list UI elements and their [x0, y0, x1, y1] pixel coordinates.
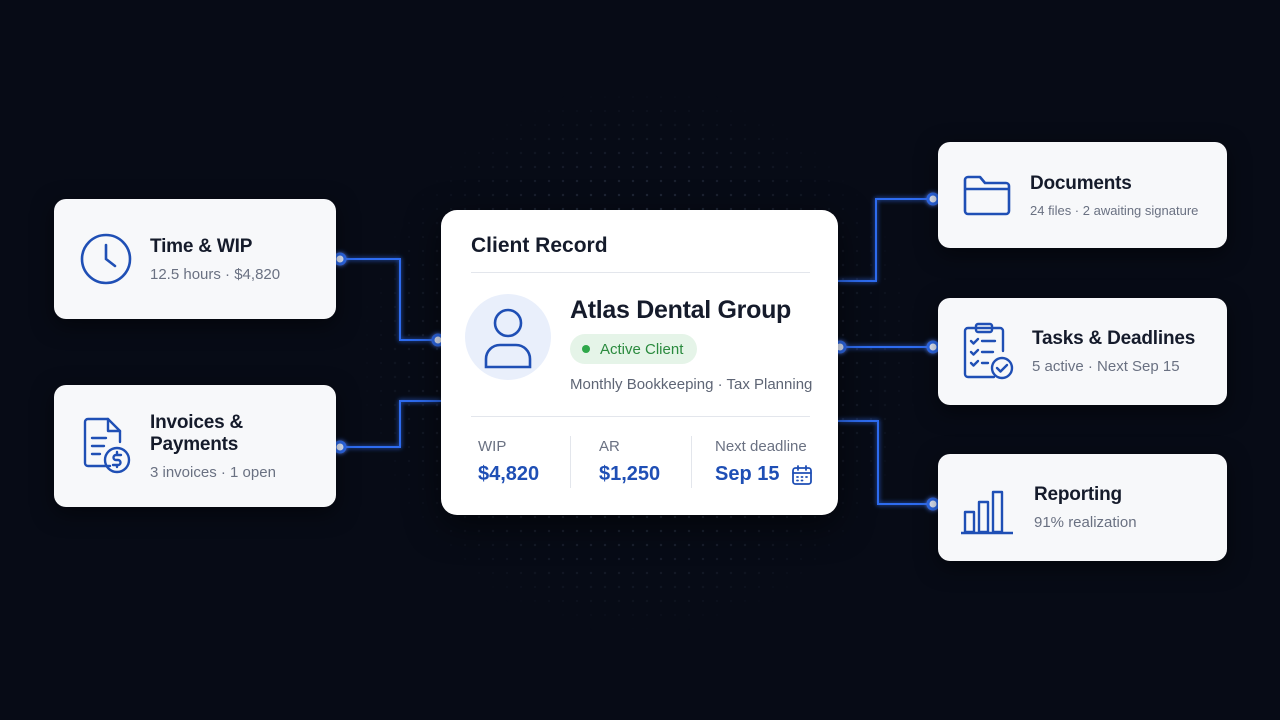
connector-node	[926, 340, 940, 354]
stat-value: $1,250	[599, 463, 661, 485]
stat-label: WIP	[478, 438, 507, 455]
connector-invoices	[340, 400, 441, 448]
tasks-deadlines-card[interactable]: Tasks & Deadlines 5 active · Next Sep 15	[938, 298, 1227, 405]
reporting-title: Reporting	[1034, 484, 1122, 505]
documents-card[interactable]: Documents 24 files · 2 awaiting signatur…	[938, 142, 1227, 248]
stat-wip: WIP $4,820	[478, 438, 539, 486]
stat-label: Next deadline	[715, 438, 807, 455]
client-name: Atlas Dental Group	[570, 296, 792, 324]
time-wip-subtitle: 12.5 hours · $4,820	[150, 265, 281, 283]
reporting-subtitle: 91% realization	[1034, 514, 1137, 531]
invoices-payments-subtitle: 3 invoices · 1 open	[150, 463, 276, 481]
bar-chart-icon	[958, 480, 1016, 536]
divider	[570, 436, 571, 488]
connector-time-wip	[340, 258, 438, 341]
reporting-card[interactable]: Reporting 91% realization	[938, 454, 1227, 561]
time-wip-title: Time & WIP	[150, 235, 253, 257]
stat-value-row: Sep 15	[715, 463, 813, 486]
documents-subtitle: 24 files · 2 awaiting signature	[1030, 202, 1199, 218]
time-wip-card[interactable]: Time & WIP 12.5 hours · $4,820	[54, 199, 336, 319]
invoices-payments-title: Invoices & Payments	[150, 411, 244, 455]
connector-reporting	[838, 420, 933, 505]
connector-node	[333, 440, 347, 454]
folder-icon	[960, 167, 1014, 223]
client-record-title: Client Record	[471, 234, 608, 257]
connector-documents	[838, 198, 933, 282]
client-services: Monthly Bookkeeping · Tax Planning	[570, 376, 813, 393]
status-label: Active Client	[600, 340, 684, 358]
connector-node	[926, 497, 940, 511]
user-icon	[484, 308, 532, 369]
calendar-icon[interactable]	[791, 464, 813, 486]
stat-ar: AR $1,250	[599, 438, 660, 486]
invoices-payments-card[interactable]: Invoices & Payments 3 invoices · 1 open	[54, 385, 336, 507]
divider	[471, 272, 810, 273]
divider	[691, 436, 692, 488]
connector-node	[926, 192, 940, 206]
connector-node	[333, 252, 347, 266]
stat-label: AR	[599, 438, 620, 455]
checklist-icon	[960, 322, 1016, 380]
tasks-deadlines-subtitle: 5 active · Next Sep 15	[1032, 358, 1180, 375]
invoice-dollar-icon	[78, 417, 134, 474]
stat-value: $4,820	[478, 463, 540, 485]
divider	[471, 416, 810, 417]
status-badge: Active Client	[570, 334, 698, 364]
tasks-deadlines-title: Tasks & Deadlines	[1032, 328, 1196, 349]
client-record-card[interactable]: Client Record Atlas Dental Group Active …	[441, 210, 838, 515]
stat-next-deadline: Next deadline Sep 15	[715, 438, 813, 486]
documents-title: Documents	[1030, 172, 1132, 194]
clock-icon	[78, 231, 134, 287]
status-dot	[582, 345, 590, 353]
avatar	[465, 294, 551, 380]
stat-value: Sep 15	[715, 463, 780, 485]
